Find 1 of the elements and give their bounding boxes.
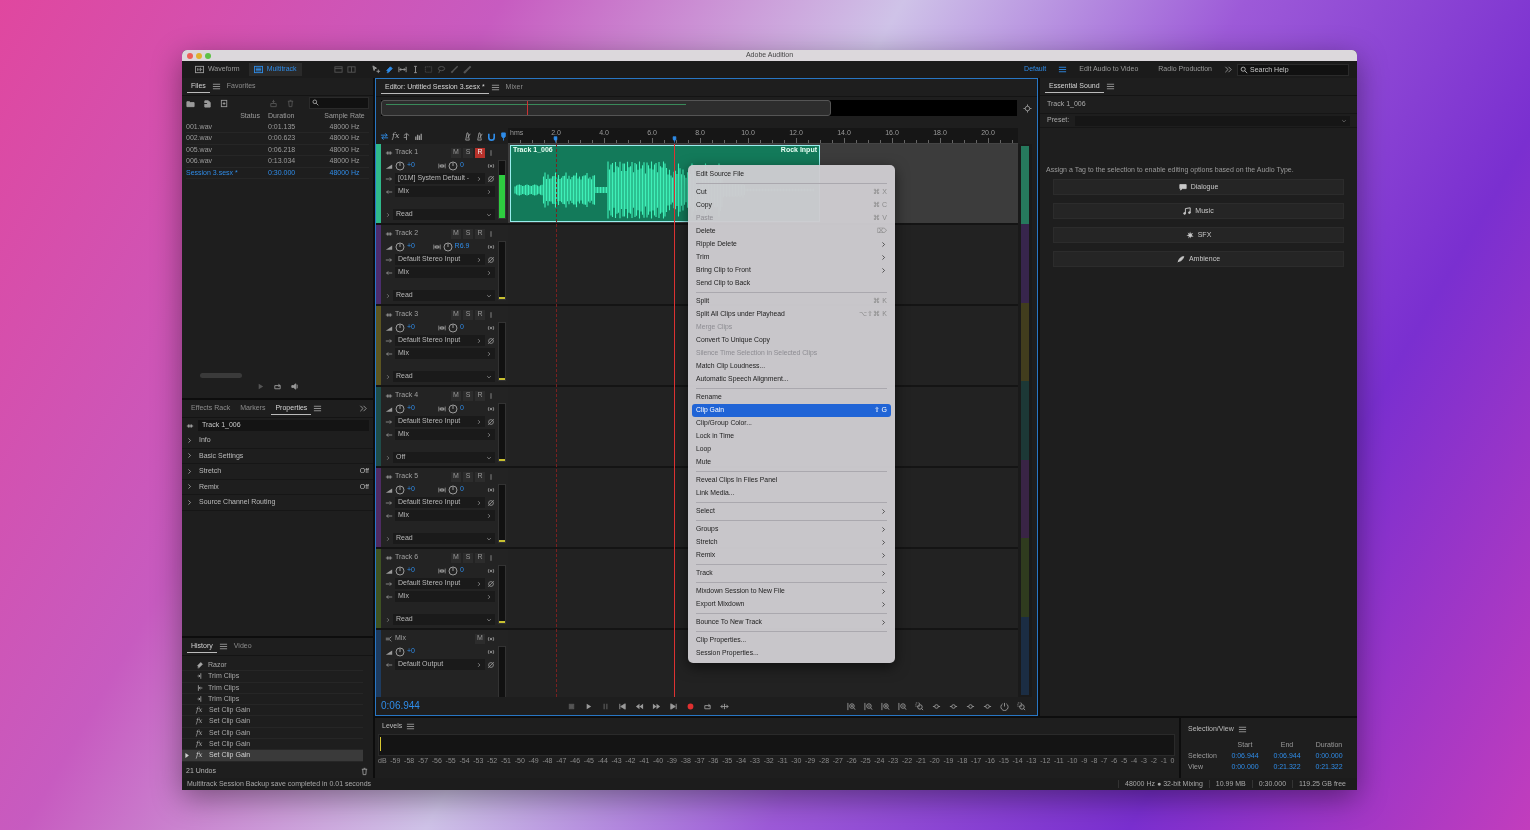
time-display: 0:06.944 (381, 700, 421, 712)
